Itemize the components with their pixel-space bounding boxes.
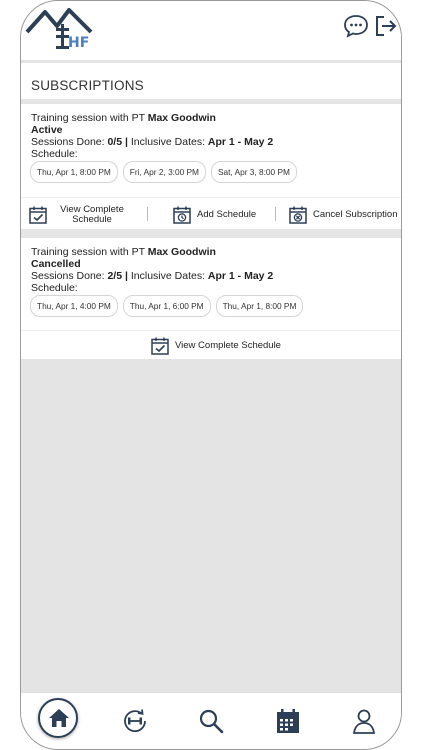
- cancel-subscription-button[interactable]: Cancel Subscription: [288, 198, 398, 231]
- trainer-name: Max Goodwin: [147, 112, 216, 124]
- action-divider: [275, 207, 276, 221]
- separator: |: [125, 136, 128, 148]
- profile-icon[interactable]: [349, 706, 379, 736]
- app-logo: HF: [23, 4, 105, 54]
- subscription-card-cancelled: Training session with PT Max Goodwin Can…: [21, 238, 401, 359]
- sessions-done: 0/5: [107, 136, 123, 148]
- card-separator: [21, 229, 401, 237]
- nav-home[interactable]: [38, 698, 78, 738]
- action-divider: [147, 207, 148, 221]
- add-schedule-button[interactable]: Add Schedule: [172, 198, 256, 231]
- add-schedule-label: Add Schedule: [197, 208, 257, 220]
- schedule-slots: Thu, Apr 1, 8:00 PM Fri, Apr 2, 3:00 PM …: [30, 161, 297, 183]
- subscription-actions: View Complete Schedule Add Schedule Cance…: [21, 197, 401, 230]
- calendar-clock-icon: [172, 205, 192, 225]
- subscription-details: Sessions Done: 2/5 | Inclusive Dates: Ap…: [31, 270, 274, 282]
- view-schedule-label: View Complete Schedule: [60, 203, 124, 225]
- search-icon[interactable]: [196, 706, 226, 736]
- top-bar: HF: [21, 1, 401, 61]
- schedule-slots: Thu, Apr 1, 4:00 PM Thu, Apr 1, 6:00 PM …: [30, 295, 304, 317]
- subscription-details: Sessions Done: 0/5 | Inclusive Dates: Ap…: [31, 136, 274, 148]
- bottom-nav: [21, 692, 401, 749]
- workout-icon[interactable]: [120, 706, 150, 736]
- page-title: SUBSCRIPTIONS: [31, 78, 144, 93]
- logo-text: HF: [68, 35, 89, 51]
- calendar-check-icon: [150, 336, 170, 356]
- inclusive-dates: Apr 1 - May 2: [207, 270, 274, 282]
- inclusive-dates: Apr 1 - May 2: [207, 136, 274, 148]
- subscription-title: Training session with PT Max Goodwin: [31, 246, 216, 258]
- sessions-done: 2/5: [107, 270, 123, 282]
- cancel-subscription-label: Cancel Subscription: [313, 208, 398, 220]
- subscription-title: Training session with PT Max Goodwin: [31, 112, 216, 124]
- status-cancelled: Cancelled: [31, 258, 81, 270]
- schedule-label: Schedule:: [31, 282, 78, 294]
- calendar-icon[interactable]: [273, 706, 303, 736]
- app-screen: HF SUBSCRIPTIONS Training session with P…: [21, 1, 401, 749]
- separator: |: [125, 270, 128, 282]
- subscription-actions: View Complete Schedule: [21, 330, 401, 359]
- schedule-slot[interactable]: Thu, Apr 1, 6:00 PM: [122, 295, 211, 317]
- view-complete-schedule-button[interactable]: View Complete Schedule: [150, 331, 281, 360]
- schedule-slot[interactable]: Thu, Apr 1, 8:00 PM: [30, 161, 118, 183]
- schedule-label: Schedule:: [31, 148, 78, 160]
- trainer-name: Max Goodwin: [147, 246, 216, 258]
- schedule-slot[interactable]: Thu, Apr 1, 4:00 PM: [30, 295, 118, 317]
- home-icon: [47, 706, 71, 730]
- subscription-card-active: Training session with PT Max Goodwin Act…: [21, 104, 401, 230]
- calendar-check-icon: [28, 205, 48, 225]
- calendar-cancel-icon: [288, 205, 308, 225]
- view-schedule-label: View Complete Schedule: [175, 339, 281, 351]
- page-title-bar: SUBSCRIPTIONS: [21, 63, 401, 101]
- schedule-slot[interactable]: Sat, Apr 3, 8:00 PM: [210, 161, 297, 183]
- view-complete-schedule-button[interactable]: View Complete Schedule: [28, 198, 127, 231]
- chat-bubble-icon[interactable]: [343, 13, 369, 39]
- logout-icon[interactable]: [373, 13, 399, 39]
- status-active: Active: [31, 124, 63, 136]
- phone-frame: HF SUBSCRIPTIONS Training session with P…: [20, 0, 402, 750]
- schedule-slot[interactable]: Thu, Apr 1, 8:00 PM: [215, 295, 304, 317]
- schedule-slot[interactable]: Fri, Apr 2, 3:00 PM: [122, 161, 206, 183]
